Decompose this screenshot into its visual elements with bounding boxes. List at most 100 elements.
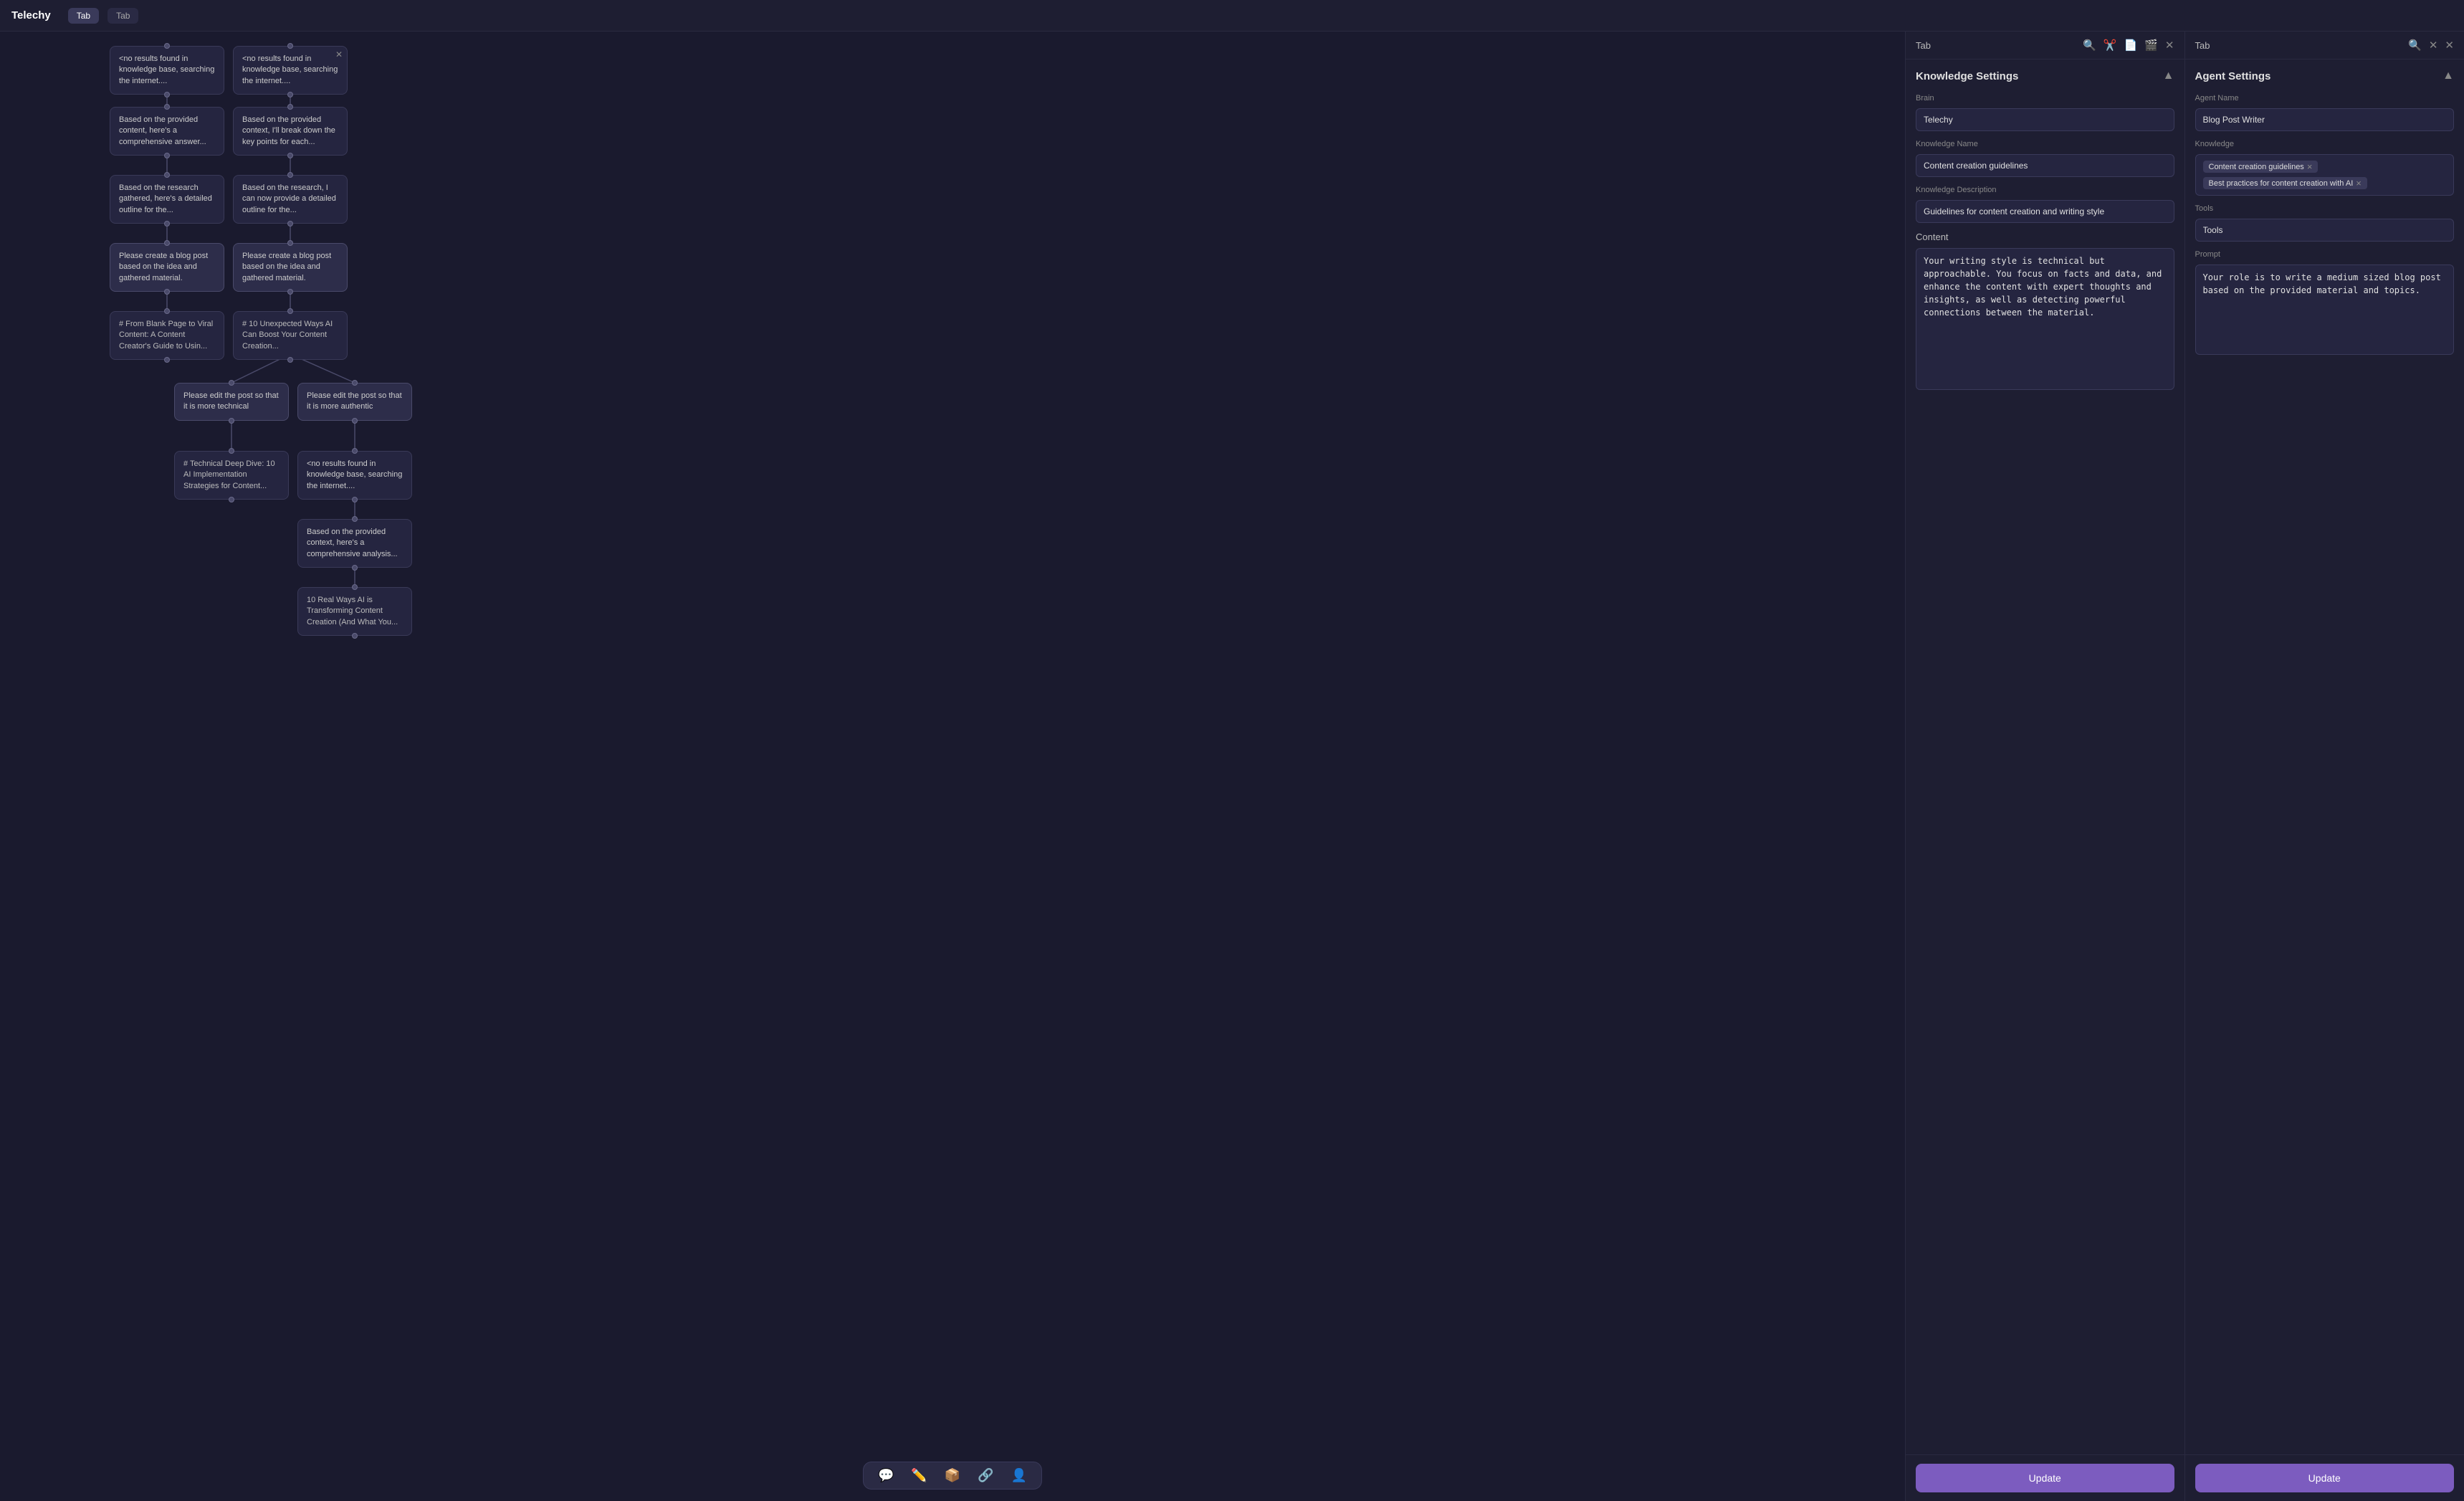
agent-close2-icon[interactable]: ✕ xyxy=(2445,39,2454,52)
flow-node-n15[interactable]: Based on the provided context, here's a … xyxy=(297,519,412,568)
knowledge-tags-field-group: Knowledge Content creation guidelines × … xyxy=(2195,140,2455,196)
knowledge-collapse-btn[interactable]: ▲ xyxy=(2163,70,2174,82)
prompt-textarea[interactable] xyxy=(2195,265,2455,355)
tag-best-practices: Best practices for content creation with… xyxy=(2203,177,2367,189)
node-text-n3: Based on the provided content, here's a … xyxy=(119,115,206,146)
knowledge-header-icons: 🔍 ✂️ 📄 🎬 ✕ xyxy=(2083,39,2174,52)
main-layout: <no results found in knowledge base, sea… xyxy=(0,32,2464,1501)
knowledge-name-label: Knowledge Name xyxy=(1916,140,2174,148)
flow-node-n3[interactable]: Based on the provided content, here's a … xyxy=(110,107,224,156)
knowledge-panel-body: Knowledge Settings ▲ Brain Telechy Knowl… xyxy=(1906,59,2184,1454)
flow-node-n2[interactable]: <no results found in knowledge base, sea… xyxy=(233,46,348,95)
tag-remove-1[interactable]: × xyxy=(2307,162,2313,171)
connector-dot-bottom-n3 xyxy=(164,153,170,158)
prompt-field-group: Prompt xyxy=(2195,250,2455,355)
flow-node-n7[interactable]: Please create a blog post based on the i… xyxy=(110,243,224,292)
flow-node-n10[interactable]: # 10 Unexpected Ways AI Can Boost Your C… xyxy=(233,311,348,360)
agent-search-icon[interactable]: 🔍 xyxy=(2408,39,2422,52)
connector-dot-bottom-n13 xyxy=(229,497,234,502)
knowledge-desc-input[interactable] xyxy=(1916,200,2174,223)
flow-node-n1[interactable]: <no results found in knowledge base, sea… xyxy=(110,46,224,95)
flow-node-n14[interactable]: <no results found in knowledge base, sea… xyxy=(297,451,412,500)
connector-dot-bottom-n1 xyxy=(164,92,170,97)
flow-node-n6[interactable]: Based on the research, I can now provide… xyxy=(233,175,348,224)
connector-dot-bottom-n7 xyxy=(164,289,170,295)
agent-header-icons: 🔍 ✕ ✕ xyxy=(2408,39,2454,52)
knowledge-update-button[interactable]: Update xyxy=(1916,1464,2174,1492)
connector-dot-bottom-n12 xyxy=(352,418,358,424)
link-icon[interactable]: 🔗 xyxy=(978,1468,993,1483)
flow-node-n16[interactable]: 10 Real Ways AI is Transforming Content … xyxy=(297,587,412,636)
flow-node-n13[interactable]: # Technical Deep Dive: 10 AI Implementat… xyxy=(174,451,289,500)
agent-update-button[interactable]: Update xyxy=(2195,1464,2455,1492)
node-text-n8: Please create a blog post based on the i… xyxy=(242,252,331,282)
connector-dot-bottom-n16 xyxy=(352,633,358,639)
node-text-n5: Based on the research gathered, here's a… xyxy=(119,184,212,214)
agent-panel: Tab 🔍 ✕ ✕ Agent Settings ▲ Agent Name xyxy=(2185,32,2464,1501)
knowledge-desc-field-group: Knowledge Description xyxy=(1916,186,2174,223)
flow-node-n12[interactable]: Please edit the post so that it is more … xyxy=(297,383,412,421)
node-text-n7: Please create a blog post based on the i… xyxy=(119,252,208,282)
tag-content-guidelines: Content creation guidelines × xyxy=(2203,161,2319,173)
node-text-n1: <no results found in knowledge base, sea… xyxy=(119,54,214,85)
connector-dot-top-n6 xyxy=(287,172,293,178)
tag-label-1: Content creation guidelines xyxy=(2209,163,2304,171)
tools-label: Tools xyxy=(2195,204,2455,213)
connector-dot-top-n1 xyxy=(164,43,170,49)
connector-dot-top-n16 xyxy=(352,584,358,590)
node-text-n14: <no results found in knowledge base, sea… xyxy=(307,459,402,490)
search-icon[interactable]: 🔍 xyxy=(2083,39,2096,52)
tools-select[interactable]: Tools xyxy=(2195,219,2455,242)
brain-field-group: Brain Telechy xyxy=(1916,94,2174,131)
connector-dot-bottom-n9 xyxy=(164,357,170,363)
node-text-n9: # From Blank Page to Viral Content: A Co… xyxy=(119,320,213,351)
tools-field-group: Tools Tools xyxy=(2195,204,2455,242)
edit2-icon[interactable]: ✂️ xyxy=(2104,39,2117,52)
content-section: Content xyxy=(1916,232,2174,1444)
flow-node-n11[interactable]: Please edit the post so that it is more … xyxy=(174,383,289,421)
node-text-n15: Based on the provided context, here's a … xyxy=(307,528,398,558)
node-text-n11: Please edit the post so that it is more … xyxy=(183,391,279,411)
connector-dot-top-n7 xyxy=(164,240,170,246)
connector-dot-top-n8 xyxy=(287,240,293,246)
knowledge-section-title: Knowledge Settings xyxy=(1916,70,2018,82)
package-icon[interactable]: 📦 xyxy=(945,1468,960,1483)
knowledge-section-header: Knowledge Settings ▲ xyxy=(1916,70,2174,82)
knowledge-panel-header: Tab 🔍 ✂️ 📄 🎬 ✕ xyxy=(1906,32,2184,59)
canvas-area: <no results found in knowledge base, sea… xyxy=(0,32,1905,1501)
node-close-btn-n2[interactable]: ✕ xyxy=(335,49,343,59)
agent-name-label: Agent Name xyxy=(2195,94,2455,103)
knowledge-panel: Tab 🔍 ✂️ 📄 🎬 ✕ Knowledge Settings ▲ Brai… xyxy=(1906,32,2185,1501)
connector-dot-bottom-n14 xyxy=(352,497,358,502)
connector-dot-top-n15 xyxy=(352,516,358,522)
node-text-n6: Based on the research, I can now provide… xyxy=(242,184,336,214)
flow-node-n9[interactable]: # From Blank Page to Viral Content: A Co… xyxy=(110,311,224,360)
tag-remove-2[interactable]: × xyxy=(2356,178,2362,188)
connector-dot-top-n3 xyxy=(164,104,170,110)
agent-tab-label: Tab xyxy=(2195,40,2403,51)
node-text-n13: # Technical Deep Dive: 10 AI Implementat… xyxy=(183,459,275,490)
content-textarea[interactable] xyxy=(1916,248,2174,390)
agent-collapse-btn[interactable]: ▲ xyxy=(2442,70,2454,82)
prompt-label: Prompt xyxy=(2195,250,2455,259)
video-icon[interactable]: 🎬 xyxy=(2144,39,2158,52)
flow-node-n8[interactable]: Please create a blog post based on the i… xyxy=(233,243,348,292)
flow-node-n4[interactable]: Based on the provided context, I'll brea… xyxy=(233,107,348,156)
tab-left[interactable]: Tab xyxy=(68,8,99,24)
brain-select[interactable]: Telechy xyxy=(1916,108,2174,131)
flow-node-n5[interactable]: Based on the research gathered, here's a… xyxy=(110,175,224,224)
agent-name-input[interactable] xyxy=(2195,108,2455,131)
close-icon[interactable]: ✕ xyxy=(2165,39,2174,52)
connector-dot-top-n5 xyxy=(164,172,170,178)
edit-icon[interactable]: ✏️ xyxy=(911,1468,927,1483)
node-text-n12: Please edit the post so that it is more … xyxy=(307,391,402,411)
user-icon[interactable]: 👤 xyxy=(1011,1468,1027,1483)
node-text-n4: Based on the provided context, I'll brea… xyxy=(242,115,335,146)
file-icon[interactable]: 📄 xyxy=(2124,39,2138,52)
chat-icon[interactable]: 💬 xyxy=(878,1468,894,1483)
node-text-n10: # 10 Unexpected Ways AI Can Boost Your C… xyxy=(242,320,333,351)
tab-right[interactable]: Tab xyxy=(108,8,138,24)
connector-dot-top-n10 xyxy=(287,308,293,314)
agent-cross-icon[interactable]: ✕ xyxy=(2429,39,2438,52)
knowledge-name-input[interactable] xyxy=(1916,154,2174,177)
